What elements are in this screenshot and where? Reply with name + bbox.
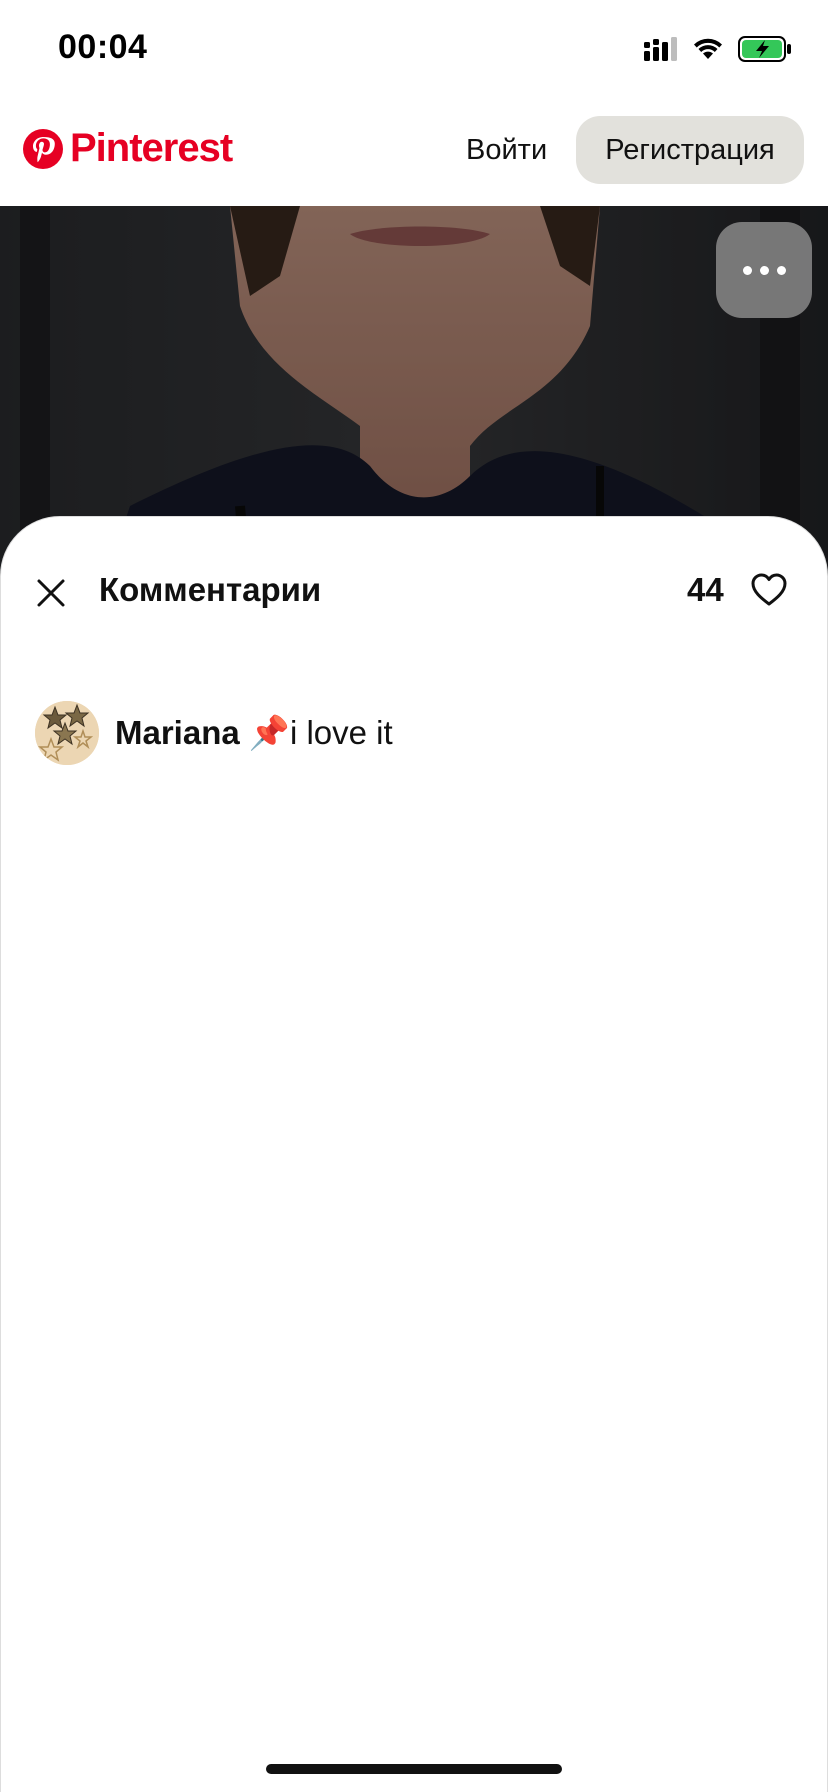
more-horizontal-icon — [742, 265, 752, 275]
avatar[interactable] — [35, 701, 99, 765]
heart-icon — [751, 573, 787, 606]
status-time: 00:04 — [58, 28, 148, 66]
logo-text: Pinterest — [70, 126, 233, 170]
signup-button[interactable]: Регистрация — [576, 116, 804, 184]
home-indicator — [266, 1764, 562, 1774]
likes-count: 44 — [687, 571, 724, 608]
comments-sheet: Комментарии 44 Mariana 📌i love it — [0, 516, 828, 1792]
pinterest-logo[interactable]: Pinterest — [22, 126, 233, 171]
pinterest-logo-icon — [23, 128, 63, 169]
comment-text: Mariana 📌i love it — [115, 714, 393, 753]
status-icons — [644, 36, 792, 62]
more-options-button[interactable] — [716, 222, 812, 318]
more-horizontal-icon — [759, 265, 769, 275]
comment-body: 📌i love it — [239, 713, 393, 751]
wifi-icon — [694, 38, 722, 59]
more-horizontal-icon — [776, 265, 786, 275]
login-button[interactable]: Войти — [466, 134, 547, 167]
top-header: Pinterest Войти Регистрация — [0, 100, 828, 206]
status-bar: 00:04 — [0, 0, 828, 100]
battery-charging-icon — [738, 36, 791, 62]
comment-author[interactable]: Mariana — [115, 714, 240, 751]
stars-avatar — [35, 701, 99, 765]
comment-item: Mariana 📌i love it — [35, 701, 393, 765]
comments-title: Комментарии — [99, 571, 322, 608]
cellular-signal-icon — [644, 37, 677, 61]
close-icon — [37, 579, 65, 607]
like-button[interactable] — [751, 573, 789, 609]
pin-comments-screen: 00:04 Pinterest Войти Регистрация Коммен… — [0, 0, 828, 1792]
close-button[interactable] — [31, 573, 71, 613]
